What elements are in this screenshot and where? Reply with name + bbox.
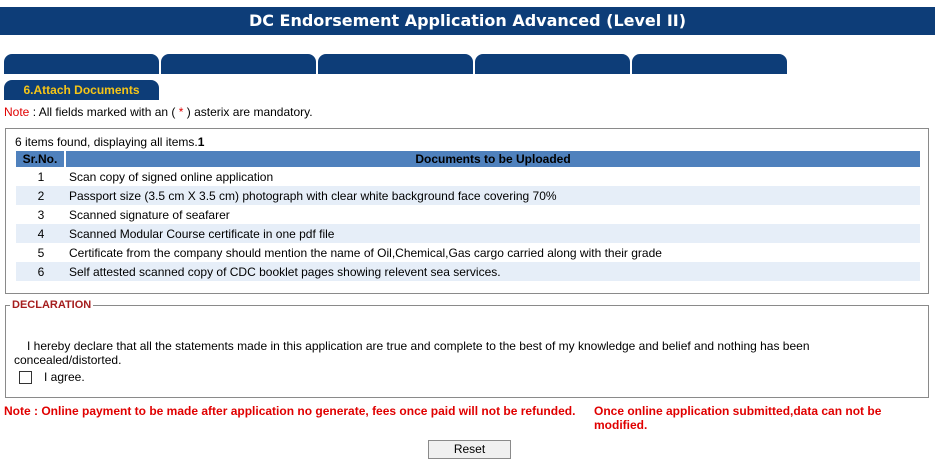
row-sr: 4 <box>16 224 66 243</box>
table-row: 2 Passport size (3.5 cm X 3.5 cm) photog… <box>16 186 920 205</box>
table-row: 6 Self attested scanned copy of CDC book… <box>16 262 920 281</box>
row-doc: Passport size (3.5 cm X 3.5 cm) photogra… <box>66 186 920 205</box>
row-doc: Scanned signature of seafarer <box>69 207 230 222</box>
table-row: 1 Scan copy of signed online application <box>16 167 920 186</box>
row-sr: 3 <box>37 207 45 222</box>
step-tab-1[interactable] <box>4 54 159 74</box>
page-title: DC Endorsement Application Advanced (Lev… <box>0 7 935 35</box>
step-tab-3[interactable] <box>318 54 473 74</box>
page-number[interactable]: 1 <box>198 135 205 149</box>
items-found-label: 6 items found, displaying all items. <box>15 135 198 149</box>
mandatory-note: Note : All fields marked with an ( * ) a… <box>4 105 313 119</box>
documents-panel: 6 items found, displaying all items.1 Sr… <box>5 128 929 294</box>
items-found-text: 6 items found, displaying all items.1 <box>15 135 204 149</box>
table-row: 4 Scanned Modular Course certificate in … <box>16 224 920 243</box>
documents-table: Sr.No. Documents to be Uploaded 1 Scan c… <box>16 151 920 281</box>
col-header-documents: Documents to be Uploaded <box>66 151 920 167</box>
step-tab-4[interactable] <box>475 54 630 74</box>
row-doc: Scan copy of signed online application <box>69 169 274 184</box>
col-header-sr-no: Sr.No. <box>16 151 66 167</box>
table-row: 3 Scanned signature of seafarer <box>16 205 920 224</box>
note-text-before: : All fields marked with an ( <box>29 105 179 119</box>
agree-checkbox[interactable] <box>19 370 32 384</box>
reset-button[interactable]: Reset <box>428 440 511 459</box>
declaration-text: I hereby declare that all the statements… <box>14 339 810 367</box>
row-sr: 2 <box>16 186 66 205</box>
submission-note: Once online application submitted,data c… <box>594 404 882 432</box>
row-sr: 5 <box>37 245 45 260</box>
row-doc: Self attested scanned copy of CDC bookle… <box>66 262 920 281</box>
step-tab-2[interactable] <box>161 54 316 74</box>
row-sr: 6 <box>16 262 66 281</box>
row-sr: 1 <box>37 169 45 184</box>
table-row: 5 Certificate from the company should me… <box>16 243 920 262</box>
row-doc: Certificate from the company should ment… <box>69 245 662 260</box>
agree-label: I agree. <box>44 370 85 384</box>
payment-note: Note : Online payment to be made after a… <box>4 404 576 418</box>
row-doc: Scanned Modular Course certificate in on… <box>66 224 920 243</box>
tab-attach-documents[interactable]: 6.Attach Documents <box>4 80 159 100</box>
note-prefix: Note <box>4 105 30 119</box>
declaration-legend: DECLARATION <box>10 299 94 311</box>
note-text-after: ) asterix are mandatory. <box>183 105 313 119</box>
step-tab-5[interactable] <box>632 54 787 74</box>
agree-row: I agree. <box>19 370 85 384</box>
